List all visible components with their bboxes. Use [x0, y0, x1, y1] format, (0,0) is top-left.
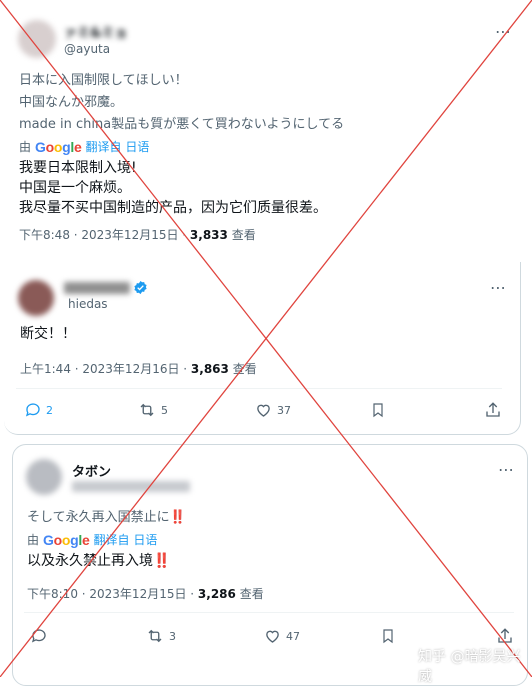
avatar[interactable]	[18, 280, 54, 316]
tweet-translated-text: 我要日本限制入境! 中国是一个麻烦。 我尽量不买中国制造的产品，因为它们质量很差…	[19, 160, 327, 216]
like-count: 37	[277, 403, 291, 417]
bookmark-button[interactable]	[380, 627, 396, 645]
translated-from-link[interactable]: 翻译自 日语	[86, 138, 150, 155]
retweet-button[interactable]: 5	[137, 401, 168, 419]
like-count: 47	[286, 629, 300, 643]
reply-button[interactable]: 2	[24, 401, 53, 419]
share-icon	[498, 628, 512, 643]
jp-line: 日本に入国制限してほしい！	[19, 73, 188, 88]
more-options-icon[interactable]: ⋯	[495, 22, 512, 41]
more-options-icon[interactable]: ⋯	[490, 278, 507, 297]
tweet-meta: 下午8:48 · 2023年12月15日 · 3,833 查看	[19, 228, 256, 242]
retweet-button[interactable]: 3	[145, 627, 176, 645]
avatar[interactable]	[18, 20, 56, 58]
reply-button[interactable]	[30, 627, 48, 645]
tweet-original-text: 日本に入国制限してほしい！ 中国なんか邪魔。 made in china製品も質…	[19, 70, 344, 136]
like-button[interactable]: 37	[254, 401, 291, 419]
more-options-icon[interactable]: ⋯	[498, 460, 515, 479]
reply-icon	[25, 403, 40, 417]
author-handle[interactable]: @ayuta	[64, 42, 110, 56]
retweet-count: 5	[161, 403, 168, 417]
tweet-text: 断交！！	[20, 326, 76, 342]
author-handle[interactable]: hiedas	[68, 297, 108, 311]
jp-line: 中国なんか邪魔。	[19, 95, 124, 110]
jp-line: made in china製品も質が悪くて買わないようにしてる	[19, 117, 345, 132]
tweet-meta: 上午1:44 · 2023年12月16日 · 3,863 查看	[20, 362, 257, 376]
divider	[24, 612, 514, 613]
timestamp[interactable]: 下午8:10 · 2023年12月15日 ·	[27, 587, 198, 601]
translation-attribution: 由 Google 翻译自 日语	[27, 531, 158, 548]
like-button[interactable]: 47	[263, 627, 300, 645]
bookmark-icon	[373, 403, 383, 418]
retweet-count: 3	[169, 629, 176, 643]
google-logo: Google	[43, 531, 90, 548]
timestamp[interactable]: 上午1:44 · 2023年12月16日 ·	[20, 362, 191, 376]
retweet-icon	[148, 629, 162, 643]
share-button[interactable]	[484, 401, 502, 419]
author-handle[interactable]	[72, 481, 190, 492]
share-icon	[486, 402, 500, 417]
reply-count: 2	[46, 403, 53, 417]
reply-icon	[31, 629, 46, 643]
author-name[interactable]: タボン	[72, 461, 111, 480]
share-button[interactable]	[496, 627, 514, 645]
tweet-translated-text: 以及永久禁止再入境‼️	[27, 553, 171, 569]
verified-badge-icon	[134, 280, 147, 295]
tweet-meta: 下午8:10 · 2023年12月15日 · 3,286 查看	[27, 587, 264, 601]
google-logo: Google	[35, 138, 82, 155]
retweet-icon	[140, 403, 154, 417]
bookmark-icon	[383, 629, 393, 644]
divider	[16, 388, 502, 389]
translated-from-link[interactable]: 翻译自 日语	[94, 531, 158, 548]
author-name[interactable]	[64, 282, 130, 294]
view-count: 3,286	[197, 587, 236, 601]
bookmark-button[interactable]	[370, 401, 386, 419]
author-name[interactable]: ァミ&ミョ	[64, 22, 184, 41]
heart-icon	[266, 630, 279, 643]
translation-attribution: 由 Google 翻译自 日语	[19, 138, 150, 155]
view-count: 3,863	[190, 362, 229, 376]
tweet-original-text: そして永久再入国禁止に‼️	[27, 510, 186, 525]
avatar[interactable]	[26, 459, 62, 495]
watermark: 知乎 @暗影吴兴威	[418, 649, 521, 685]
heart-icon	[257, 404, 270, 417]
view-count: 3,833	[189, 228, 228, 242]
timestamp[interactable]: 下午8:48 · 2023年12月15日 ·	[19, 228, 190, 242]
